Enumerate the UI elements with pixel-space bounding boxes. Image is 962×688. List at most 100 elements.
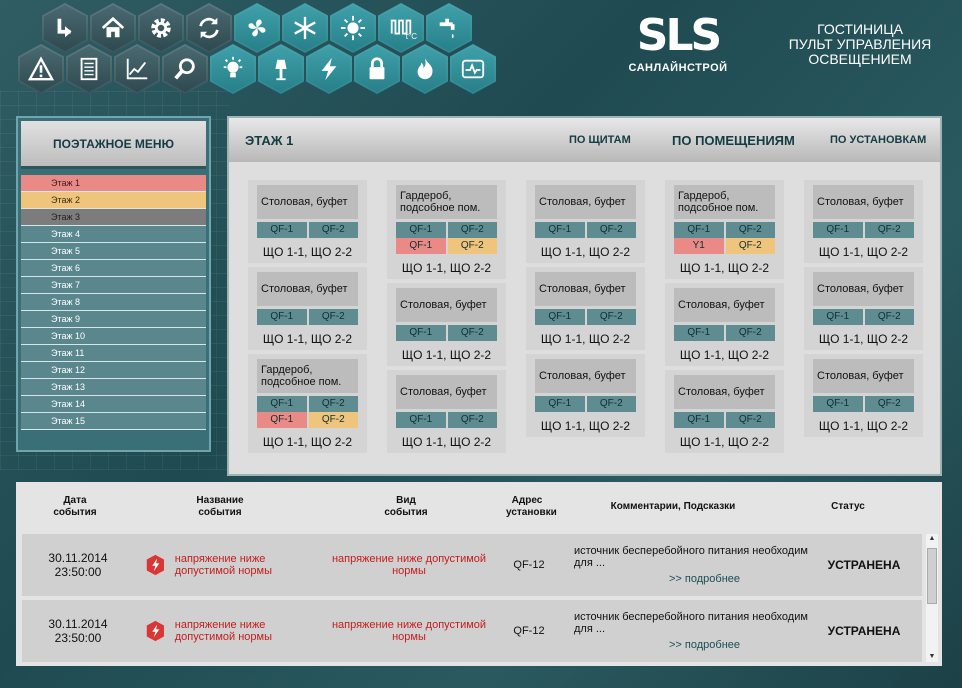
floor-item[interactable]: Этаж 15 bbox=[21, 413, 206, 430]
breaker-qf2[interactable]: QF-2 bbox=[725, 412, 775, 428]
breaker-qf1[interactable]: QF-1 bbox=[257, 396, 307, 412]
room-card[interactable]: Столовая, буфет QF-1 QF-2 ЩО 1-1, ЩО 2-2 bbox=[526, 267, 645, 350]
chart-icon bbox=[126, 58, 148, 80]
breaker-qf1[interactable]: QF-1 bbox=[813, 309, 863, 325]
breaker-qf1[interactable]: QF-1 bbox=[396, 325, 446, 341]
snowflake-button[interactable] bbox=[282, 3, 328, 53]
faucet-button[interactable] bbox=[426, 3, 472, 53]
breaker-qf1[interactable]: QF-1 bbox=[396, 412, 446, 428]
room-card[interactable]: Столовая, буфет QF-1 QF-2 ЩО 1-1, ЩО 2-2 bbox=[665, 283, 784, 366]
breaker-warning[interactable]: QF-2 bbox=[725, 238, 775, 254]
breaker-qf2[interactable]: QF-2 bbox=[725, 222, 775, 238]
room-card[interactable]: Столовая, буфет QF-1 QF-2 ЩО 1-1, ЩО 2-2 bbox=[387, 283, 506, 366]
breaker-qf2[interactable]: QF-2 bbox=[308, 396, 358, 412]
breaker-qf2[interactable]: QF-2 bbox=[725, 325, 775, 341]
sun-button[interactable] bbox=[330, 3, 376, 53]
breaker-qf1[interactable]: QF-1 bbox=[813, 222, 863, 238]
document-button[interactable] bbox=[66, 44, 112, 94]
floor-item[interactable]: Этаж 8 bbox=[21, 294, 206, 311]
chart-button[interactable] bbox=[114, 44, 160, 94]
fan-button[interactable] bbox=[234, 3, 280, 53]
more-link[interactable]: >> подробнее bbox=[669, 573, 814, 585]
event-row[interactable]: 30.11.2014 23:50:00 напряжение ниже допуст… bbox=[22, 600, 922, 662]
breaker-warning[interactable]: QF-2 bbox=[447, 238, 497, 254]
tab-by-installations[interactable]: ПО УСТАНОВКАМ bbox=[830, 134, 940, 146]
room-card[interactable]: Гардероб, подсобное пом. QF-1 QF-2 QF-1 QF-2… bbox=[248, 354, 367, 453]
floor-item[interactable]: Этаж 13 bbox=[21, 379, 206, 396]
breaker-qf2[interactable]: QF-2 bbox=[447, 325, 497, 341]
breaker-qf1[interactable]: QF-1 bbox=[396, 222, 446, 238]
tab-by-rooms[interactable]: ПО ПОМЕЩЕНИЯМ bbox=[672, 133, 830, 148]
room-card[interactable]: Столовая, буфет QF-1 QF-2 ЩО 1-1, ЩО 2-2 bbox=[804, 180, 923, 263]
lightbulb-button[interactable] bbox=[210, 44, 256, 94]
scroll-thumb[interactable] bbox=[927, 548, 937, 604]
room-card[interactable]: Столовая, буфет QF-1 QF-2 ЩО 1-1, ЩО 2-2 bbox=[804, 354, 923, 437]
fire-button[interactable] bbox=[402, 44, 448, 94]
breaker-qf2[interactable]: QF-2 bbox=[864, 222, 914, 238]
breaker-warning[interactable]: QF-2 bbox=[308, 412, 358, 428]
warning-button[interactable] bbox=[18, 44, 64, 94]
breaker-qf1[interactable]: QF-1 bbox=[813, 396, 863, 412]
breaker-qf2[interactable]: QF-2 bbox=[447, 222, 497, 238]
scroll-up-icon[interactable]: ▲ bbox=[926, 534, 938, 544]
floor-item[interactable]: Этаж 11 bbox=[21, 345, 206, 362]
breaker-qf2[interactable]: QF-2 bbox=[586, 309, 636, 325]
room-card[interactable]: Столовая, буфет QF-1 QF-2 ЩО 1-1, ЩО 2-2 bbox=[387, 370, 506, 453]
scroll-down-icon[interactable]: ▼ bbox=[926, 652, 938, 662]
event-row[interactable]: 30.11.2014 23:50:00 напряжение ниже допуст… bbox=[22, 534, 922, 596]
tab-by-panels[interactable]: ПО ЩИТАМ bbox=[569, 134, 672, 146]
heater-button[interactable]: t°C bbox=[378, 3, 424, 53]
home-button[interactable] bbox=[90, 3, 136, 53]
breaker-alarm[interactable]: QF-1 bbox=[396, 238, 446, 254]
gear-button[interactable] bbox=[138, 3, 184, 53]
floor-item[interactable]: Этаж 5 bbox=[21, 243, 206, 260]
breaker-qf1[interactable]: QF-1 bbox=[535, 309, 585, 325]
oscilloscope-button[interactable] bbox=[450, 44, 496, 94]
breaker-qf1[interactable]: QF-1 bbox=[674, 412, 724, 428]
floor-item[interactable]: Этаж 14 bbox=[21, 396, 206, 413]
search-button[interactable] bbox=[162, 44, 208, 94]
room-name-text: Гардероб, подсобное пом. bbox=[261, 364, 342, 388]
more-link[interactable]: >> подробнее bbox=[669, 639, 814, 651]
floor-item[interactable]: Этаж 3 bbox=[21, 209, 206, 226]
lightning-button[interactable] bbox=[306, 44, 352, 94]
floor-item[interactable]: Этаж 7 bbox=[21, 277, 206, 294]
breaker-qf1[interactable]: QF-1 bbox=[257, 309, 307, 325]
breaker-qf2[interactable]: QF-2 bbox=[308, 309, 358, 325]
refresh-button[interactable] bbox=[186, 3, 232, 53]
breaker-qf1[interactable]: QF-1 bbox=[535, 222, 585, 238]
floor-item[interactable]: Этаж 6 bbox=[21, 260, 206, 277]
floor-item[interactable]: Этаж 1 bbox=[21, 175, 206, 192]
room-name: Гардероб, подсобное пом. bbox=[674, 185, 775, 219]
floor-item[interactable]: Этаж 4 bbox=[21, 226, 206, 243]
breaker-qf1[interactable]: QF-1 bbox=[674, 325, 724, 341]
breaker-alarm[interactable]: Y1 bbox=[674, 238, 724, 254]
col-type: Вид события bbox=[384, 495, 428, 518]
back-arrow-button[interactable] bbox=[42, 3, 88, 53]
breaker-qf1[interactable]: QF-1 bbox=[674, 222, 724, 238]
breaker-qf2[interactable]: QF-2 bbox=[864, 396, 914, 412]
breaker-qf2[interactable]: QF-2 bbox=[864, 309, 914, 325]
floor-item[interactable]: Этаж 12 bbox=[21, 362, 206, 379]
lamp-button[interactable] bbox=[258, 44, 304, 94]
floor-item[interactable]: Этаж 2 bbox=[21, 192, 206, 209]
room-card[interactable]: Столовая, буфет QF-1 QF-2 ЩО 1-1, ЩО 2-2 bbox=[665, 370, 784, 453]
breaker-qf1[interactable]: QF-1 bbox=[257, 222, 307, 238]
breaker-qf2[interactable]: QF-2 bbox=[586, 222, 636, 238]
floor-item[interactable]: Этаж 10 bbox=[21, 328, 206, 345]
room-card[interactable]: Столовая, буфет QF-1 QF-2 ЩО 1-1, ЩО 2-2 bbox=[526, 354, 645, 437]
breaker-qf1[interactable]: QF-1 bbox=[535, 396, 585, 412]
breaker-qf2[interactable]: QF-2 bbox=[586, 396, 636, 412]
room-card[interactable]: Столовая, буфет QF-1 QF-2 ЩО 1-1, ЩО 2-2 bbox=[248, 180, 367, 263]
scrollbar[interactable]: ▲ ▼ bbox=[926, 534, 938, 662]
room-card[interactable]: Столовая, буфет QF-1 QF-2 ЩО 1-1, ЩО 2-2 bbox=[248, 267, 367, 350]
room-card[interactable]: Столовая, буфет QF-1 QF-2 ЩО 1-1, ЩО 2-2 bbox=[804, 267, 923, 350]
breaker-qf2[interactable]: QF-2 bbox=[308, 222, 358, 238]
lock-button[interactable] bbox=[354, 44, 400, 94]
breaker-alarm[interactable]: QF-1 bbox=[257, 412, 307, 428]
room-card[interactable]: Гардероб, подсобное пом. QF-1 QF-2 QF-1 QF-2… bbox=[387, 180, 506, 279]
floor-item[interactable]: Этаж 9 bbox=[21, 311, 206, 328]
room-card[interactable]: Гардероб, подсобное пом. QF-1 QF-2 Y1 QF-2 ЩО… bbox=[665, 180, 784, 279]
room-card[interactable]: Столовая, буфет QF-1 QF-2 ЩО 1-1, ЩО 2-2 bbox=[526, 180, 645, 263]
breaker-qf2[interactable]: QF-2 bbox=[447, 412, 497, 428]
